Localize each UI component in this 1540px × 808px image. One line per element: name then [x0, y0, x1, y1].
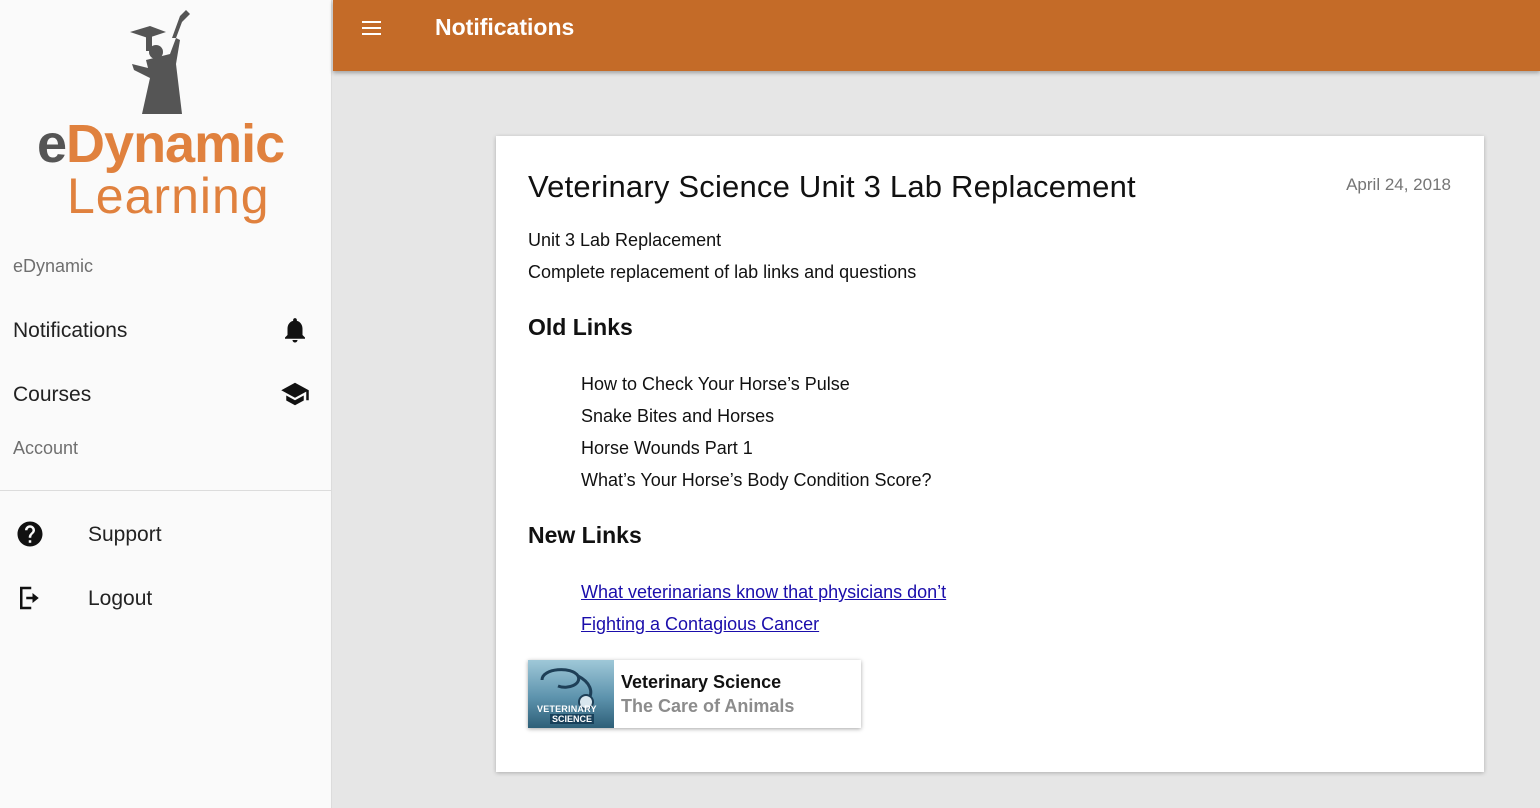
thumbnail-text: SCIENCE — [550, 714, 595, 724]
list-item: Snake Bites and Horses — [581, 406, 775, 426]
bell-icon — [280, 315, 310, 345]
page-title: Notifications — [435, 14, 575, 40]
notification-summary: Unit 3 Lab Replacement — [528, 230, 722, 250]
notification-title: Veterinary Science Unit 3 Lab Replacemen… — [528, 169, 1136, 204]
sidebar-item-support[interactable]: Support — [0, 509, 332, 559]
account-section-label: Account — [13, 438, 79, 458]
org-name: eDynamic — [13, 256, 94, 276]
new-link-contagious-cancer[interactable]: Fighting a Contagious Cancer — [581, 614, 819, 634]
app-bar: Notifications — [333, 0, 1540, 71]
new-link-veterinarians[interactable]: What veterinarians know that physicians … — [581, 582, 946, 602]
sidebar-item-label: Logout — [88, 587, 153, 610]
list-item: How to Check Your Horse’s Pulse — [581, 374, 850, 394]
sidebar-item-courses[interactable]: Courses — [0, 369, 332, 419]
graduation-cap-icon — [280, 379, 310, 409]
course-chip[interactable]: VETERINARY SCIENCE Veterinary Science Th… — [528, 660, 861, 728]
sidebar-item-label: Notifications — [13, 319, 128, 342]
sidebar-item-label: Courses — [13, 383, 92, 406]
notification-card: Veterinary Science Unit 3 Lab Replacemen… — [496, 136, 1484, 772]
edynamic-learning-logo: eDynamic Learning — [30, 8, 300, 228]
logo-wordmark-bottom: Learning — [67, 168, 270, 224]
list-item: What’s Your Horse’s Body Condition Score… — [581, 470, 932, 490]
list-item: What veterinarians know that physicians … — [581, 580, 946, 612]
help-circle-icon — [15, 519, 45, 549]
hamburger-menu-icon[interactable] — [359, 17, 387, 41]
old-links-heading: Old Links — [528, 314, 633, 340]
thumbnail-text: VETERINARY — [537, 704, 597, 714]
graduate-figure-icon — [130, 10, 190, 114]
sidebar-item-label: Support — [88, 523, 162, 546]
sidebar: eDynamic Learning eDynamic Notifications… — [0, 0, 332, 808]
course-thumbnail: VETERINARY SCIENCE — [528, 660, 614, 728]
list-item: Fighting a Contagious Cancer — [581, 612, 946, 644]
sidebar-divider — [0, 490, 331, 491]
new-links-heading: New Links — [528, 522, 642, 548]
course-title: Veterinary Science — [621, 672, 782, 692]
old-links-list: How to Check Your Horse’s Pulse Snake Bi… — [581, 372, 932, 500]
logout-icon — [15, 583, 45, 613]
sidebar-item-notifications[interactable]: Notifications — [0, 305, 332, 355]
new-links-list: What veterinarians know that physicians … — [581, 580, 946, 644]
list-item: Horse Wounds Part 1 — [581, 438, 753, 458]
course-subtitle: The Care of Animals — [621, 696, 795, 716]
notification-date: April 24, 2018 — [1346, 175, 1451, 194]
sidebar-item-logout[interactable]: Logout — [0, 573, 332, 623]
notification-description: Complete replacement of lab links and qu… — [528, 262, 917, 282]
logo-wordmark-top: eDynamic — [37, 114, 285, 174]
